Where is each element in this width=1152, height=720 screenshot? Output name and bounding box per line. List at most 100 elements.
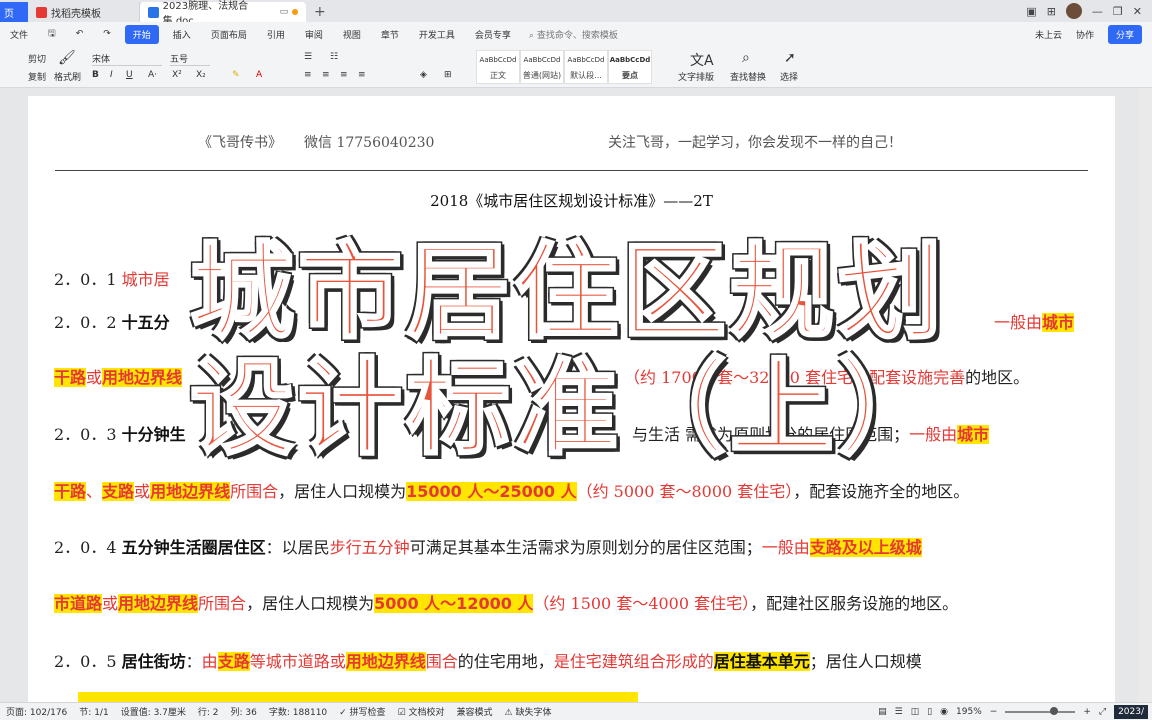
- share-button[interactable]: 分享: [1107, 24, 1142, 44]
- zoom-slider[interactable]: [1005, 706, 1076, 715]
- menu-member[interactable]: 会员专享: [465, 28, 521, 41]
- zoom-level[interactable]: 195%: [956, 707, 982, 717]
- view-web-icon[interactable]: ◫: [911, 707, 920, 717]
- document-page[interactable]: 《飞哥传书》 微信 17756040230 关注飞哥，一起学习，你会发现不一样的…: [28, 96, 1115, 702]
- p204-hl3: 用地边界线: [118, 594, 199, 613]
- superscript-button[interactable]: X²: [172, 70, 182, 80]
- font-color-icon[interactable]: A: [256, 70, 262, 80]
- doc-proof[interactable]: ☑ 文档校对: [392, 705, 451, 718]
- style-key[interactable]: AaBbCcDd 要点: [608, 50, 652, 84]
- zoom-knob[interactable]: [1049, 706, 1058, 715]
- p202-tail: 配套设施完善: [869, 368, 966, 387]
- style-web[interactable]: AaBbCcDd 普通(网站): [520, 50, 564, 84]
- p205-hl3: 居住基本单元: [713, 652, 810, 671]
- menu-start[interactable]: 开始: [124, 24, 159, 44]
- view-page-icon[interactable]: ▤: [878, 707, 887, 717]
- layout-icon[interactable]: ▣: [1026, 5, 1036, 18]
- text-layout-button[interactable]: 文字排版: [678, 70, 714, 83]
- underline-button[interactable]: U: [126, 70, 133, 80]
- spell-check-icon: ✓: [339, 708, 350, 718]
- find-replace-button[interactable]: 查找替换: [730, 70, 766, 83]
- p205-term: 居住街坊: [121, 652, 186, 671]
- spell-check-label: 拼写检查: [349, 708, 386, 718]
- cloud-status[interactable]: 未上云: [1035, 28, 1062, 41]
- numbering-icon[interactable]: ☷: [330, 52, 338, 62]
- p204-t2: 可满足其基本生活需求为原则划分的居住区范围；: [409, 538, 762, 557]
- p204-r3: 所围合: [198, 594, 247, 613]
- command-search[interactable]: ⌕ 查找命令、搜索模板: [529, 28, 618, 41]
- monitor-icon[interactable]: ▭: [280, 7, 289, 17]
- cursor-icon[interactable]: ➚: [784, 50, 796, 66]
- copy-button[interactable]: 复制: [28, 70, 46, 83]
- style-key-preview: AaBbCcDd: [609, 56, 651, 64]
- highlight-icon[interactable]: ✎: [232, 70, 240, 80]
- collab-button[interactable]: 协作: [1076, 28, 1094, 41]
- redo-icon[interactable]: ↷: [93, 29, 121, 39]
- close-icon[interactable]: ✕: [1133, 5, 1142, 18]
- p205-hl1: 支路: [217, 652, 250, 671]
- style-normal[interactable]: AaBbCcDd 正文: [476, 50, 520, 84]
- avatar[interactable]: [1065, 3, 1082, 19]
- find-icon[interactable]: ⌕: [742, 50, 750, 66]
- menu-layout[interactable]: 页面布局: [201, 28, 257, 41]
- subscript-button[interactable]: X₂: [196, 70, 206, 80]
- menu-review[interactable]: 审阅: [295, 28, 333, 41]
- p204-num: 2．0．4: [54, 538, 117, 557]
- tab-home[interactable]: 页: [0, 2, 28, 22]
- missing-font[interactable]: ⚠ 缺失字体: [499, 705, 558, 718]
- zoom-out-icon[interactable]: −: [990, 707, 998, 717]
- zoom-in-icon[interactable]: +: [1083, 707, 1091, 717]
- view-outline-icon[interactable]: ☰: [895, 707, 903, 717]
- p204-r1: 步行五分钟: [329, 538, 410, 557]
- paragraph-2-0-2: 2．0．2 十五分: [54, 309, 170, 333]
- docer-icon: [36, 6, 47, 18]
- style-default[interactable]: AaBbCcDd 默认段...: [564, 50, 608, 84]
- menu-devtools[interactable]: 开发工具: [409, 28, 465, 41]
- menu-file[interactable]: 文件: [0, 28, 38, 41]
- restore-icon[interactable]: ❐: [1113, 5, 1123, 18]
- font-select[interactable]: 宋体: [92, 52, 162, 66]
- style-web-label: 普通(网站): [522, 71, 562, 80]
- menu-chapter[interactable]: 章节: [371, 28, 409, 41]
- bullets-icon[interactable]: ☰: [304, 52, 312, 62]
- border-icon[interactable]: ⊞: [444, 70, 452, 80]
- font-size-select[interactable]: 五号: [170, 52, 210, 66]
- eye-icon[interactable]: ◉: [940, 707, 948, 717]
- align-center-icon[interactable]: ≡: [322, 70, 330, 80]
- compat-mode: 兼容模式: [456, 708, 493, 718]
- italic-button[interactable]: I: [110, 70, 113, 80]
- fit-icon[interactable]: ⤢: [1099, 707, 1106, 717]
- select-button[interactable]: 选择: [780, 70, 798, 83]
- p202-or: 或: [86, 368, 103, 387]
- minimize-icon[interactable]: —: [1092, 5, 1103, 18]
- word-count[interactable]: 字数: 188110: [263, 705, 333, 718]
- menu-insert[interactable]: 插入: [163, 28, 201, 41]
- p203-sep: 、: [86, 482, 103, 501]
- menu-reference[interactable]: 引用: [257, 28, 295, 41]
- spell-check[interactable]: ✓ 拼写检查: [333, 705, 391, 718]
- align-left-icon[interactable]: ≡: [304, 70, 312, 80]
- cut-button[interactable]: 剪切: [28, 52, 46, 65]
- view-read-icon[interactable]: ▯: [927, 707, 932, 717]
- justify-icon[interactable]: ≡: [358, 70, 366, 80]
- grid-icon[interactable]: ⊞: [1047, 5, 1056, 18]
- tab-document[interactable]: 2023腕理、法规合集.doc ▭: [140, 1, 306, 27]
- strike-button[interactable]: A·: [148, 70, 157, 80]
- align-right-icon[interactable]: ≡: [340, 70, 348, 80]
- page-indicator[interactable]: 页面: 102/176: [0, 705, 73, 718]
- style-normal-preview: AaBbCcDd: [479, 56, 517, 64]
- format-painter-icon[interactable]: 🖌: [58, 50, 76, 66]
- menu-view[interactable]: 视图: [333, 28, 371, 41]
- format-painter-button[interactable]: 格式刷: [54, 70, 81, 83]
- save-icon[interactable]: 🖫: [38, 26, 66, 42]
- bold-button[interactable]: B: [92, 70, 99, 80]
- shading-icon[interactable]: ◈: [420, 70, 427, 80]
- text-layout-icon[interactable]: 文A: [690, 50, 714, 70]
- p203-num: 2．0．3: [54, 425, 117, 444]
- undo-icon[interactable]: ↶: [66, 29, 94, 39]
- p202-hl3: 用地边界线: [102, 368, 183, 387]
- p204-term: 五分钟生活圈居住区: [121, 538, 266, 557]
- tab-template[interactable]: 找稻壳模板: [28, 2, 140, 22]
- new-tab-button[interactable]: +: [306, 2, 334, 22]
- vertical-scrollbar[interactable]: [1138, 88, 1152, 702]
